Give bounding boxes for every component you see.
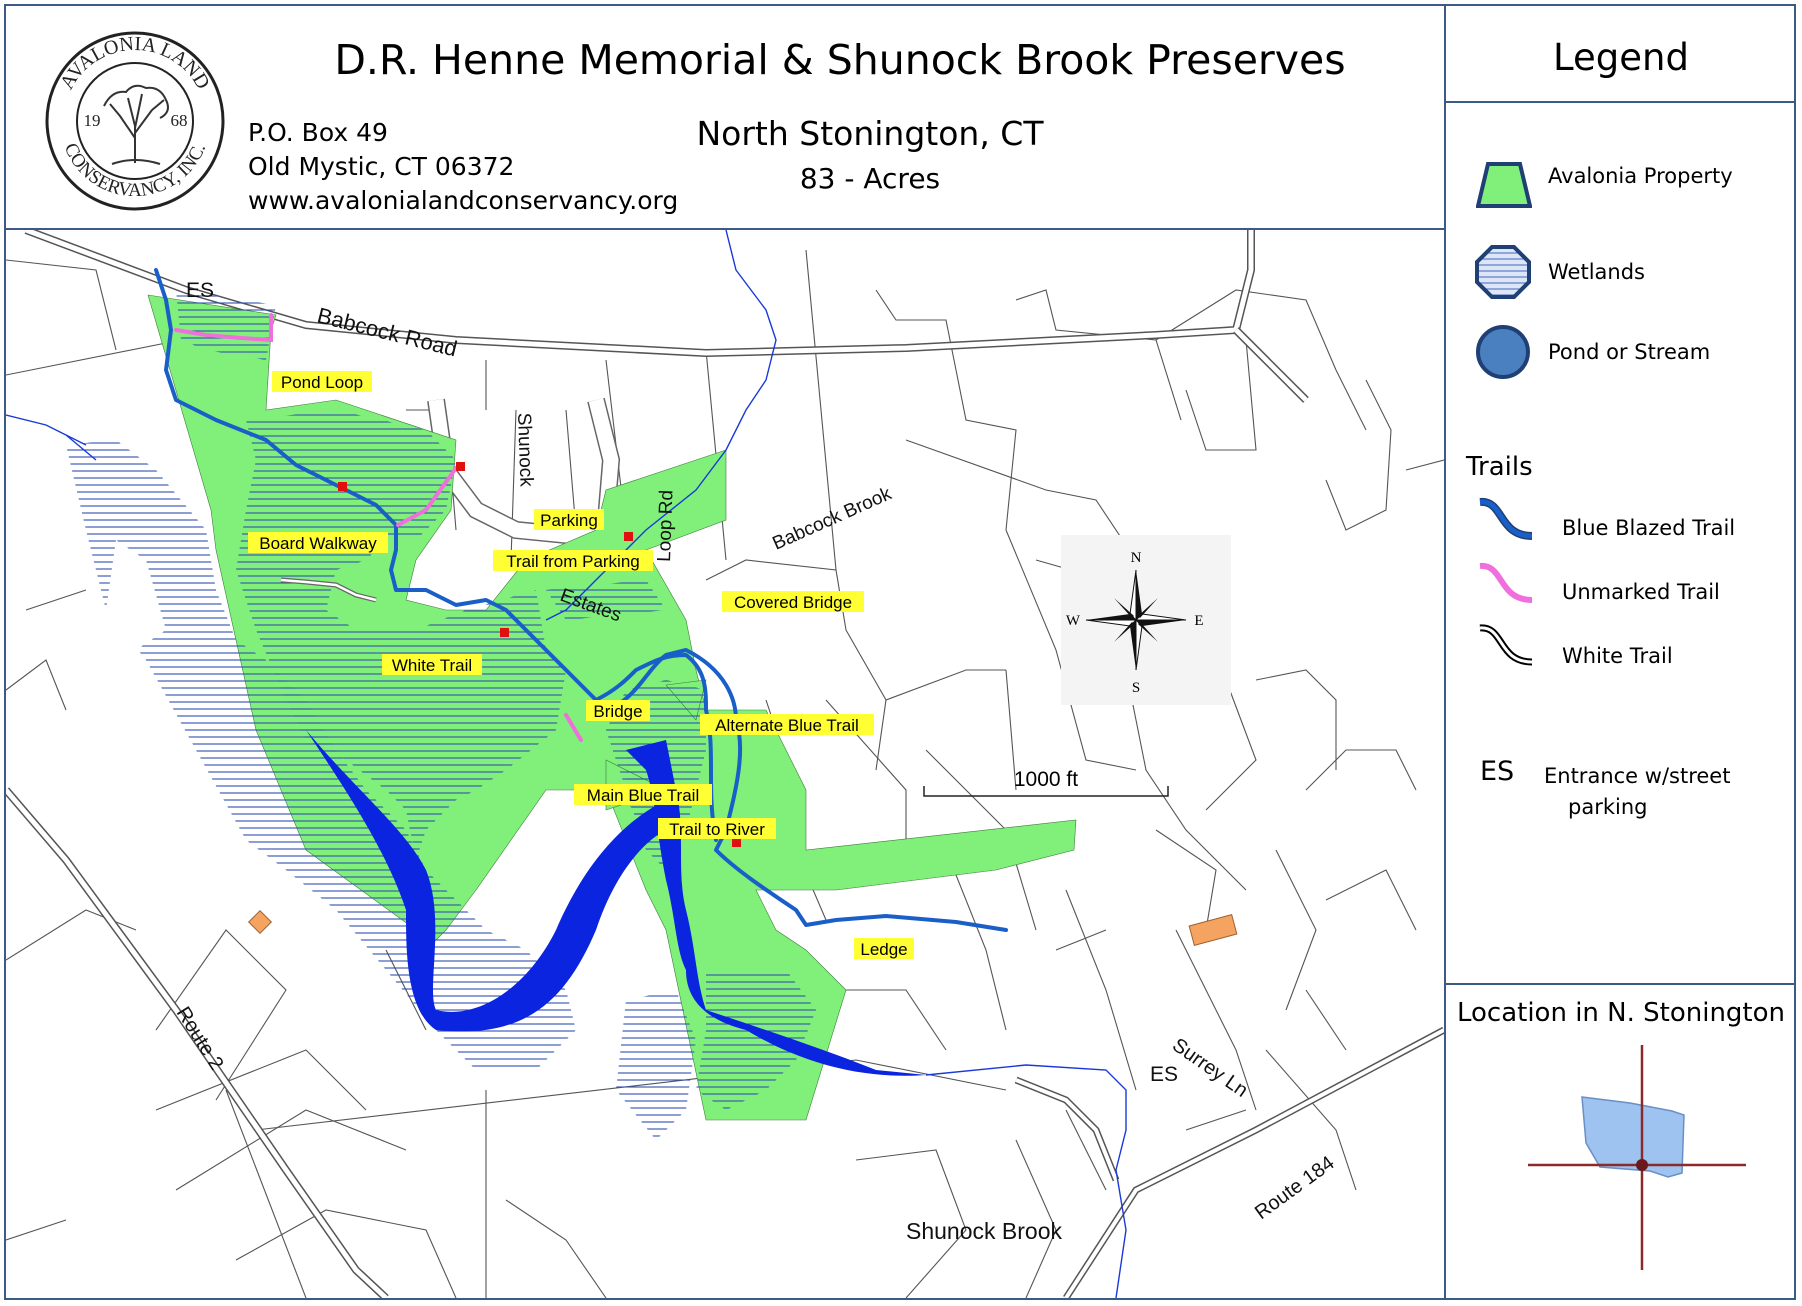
preserve-acres: 83 - Acres — [799, 162, 941, 195]
location-inset-map — [1528, 1045, 1746, 1270]
scale-bar: 1000 ft — [923, 768, 1169, 797]
location-title: Location in N. Stonington — [1456, 998, 1786, 1028]
callout-board-walkway: Board Walkway — [259, 534, 377, 553]
label-shunock: Shunock — [513, 412, 537, 487]
label-babcock-road: Babcock Road — [315, 303, 460, 362]
location-divider — [1446, 983, 1796, 985]
callout-trail-from-parking: Trail from Parking — [506, 552, 640, 571]
address-line-1: P.O. Box 49 — [248, 118, 388, 147]
callout-white-trail: White Trail — [392, 656, 472, 675]
callout-alternate-blue-trail: Alternate Blue Trail — [715, 716, 859, 735]
legend-trail-unmarked: Unmarked Trail — [1562, 580, 1720, 604]
compass-s: S — [1132, 680, 1140, 696]
legend-trail-blue: Blue Blazed Trail — [1562, 516, 1736, 540]
preserve-location: North Stonington, CT — [696, 114, 1044, 153]
white-trail-line-icon — [1479, 624, 1533, 666]
legend-es-label-1: Entrance w/street — [1544, 764, 1731, 788]
callout-bridge: Bridge — [593, 702, 642, 721]
legend-title-divider — [1446, 101, 1796, 103]
label-route-184: Route 184 — [1251, 1152, 1339, 1224]
callout-covered-bridge: Covered Bridge — [734, 593, 852, 612]
callout-trail-to-river: Trail to River — [669, 820, 765, 839]
address-line-2: Old Mystic, CT 06372 — [248, 152, 515, 181]
trails-heading: Trails — [1466, 452, 1533, 482]
website-link[interactable]: www.avalonialandconservancy.org — [248, 186, 678, 215]
avalonia-logo: AVALONIA LAND CONSERVANCY, INC. 19 68 — [45, 31, 225, 211]
compass-rose-icon: N S E W — [1061, 535, 1231, 705]
building — [247, 909, 273, 935]
pond-swatch-icon — [1476, 325, 1530, 379]
legend-item-wetlands: Wetlands — [1548, 260, 1645, 284]
label-loop-rd: Loop Rd — [654, 490, 677, 563]
building — [1188, 914, 1238, 946]
legend-es-symbol: ES — [1480, 756, 1515, 787]
blue-trail-line-icon — [1479, 498, 1533, 540]
label-shunock-brook: Shunock Brook — [906, 1218, 1062, 1244]
compass-e: E — [1194, 613, 1203, 629]
scale-label: 1000 ft — [1014, 768, 1078, 791]
wetlands-swatch-icon — [1475, 245, 1531, 299]
callout-parking: Parking — [540, 511, 598, 530]
compass-w: W — [1066, 613, 1081, 629]
compass-n: N — [1131, 550, 1142, 566]
logo-year-left: 19 — [84, 111, 101, 130]
label-es-east: ES — [1150, 1063, 1178, 1086]
label-es-north: ES — [186, 279, 214, 302]
page-title: D.R. Henne Memorial & Shunock Brook Pres… — [334, 36, 1346, 84]
legend-item-pond: Pond or Stream — [1548, 340, 1711, 364]
label-babcock-brook: Babcock Brook — [769, 483, 895, 554]
preserve-map: N S E W 1000 ft Babcock Road Shunock Est… — [6, 230, 1444, 1298]
logo-tree-icon — [103, 84, 169, 165]
callout-main-blue-trail: Main Blue Trail — [587, 786, 699, 805]
legend-es-label-2: parking — [1568, 795, 1648, 819]
callout-pond-loop: Pond Loop — [281, 373, 363, 392]
label-surrey-ln: Surrey Ln — [1168, 1034, 1252, 1102]
label-route-2: Route 2 — [172, 1003, 228, 1074]
legend-trail-white: White Trail — [1562, 644, 1673, 668]
property-swatch-icon — [1476, 162, 1532, 208]
legend-divider — [1444, 4, 1446, 1300]
legend-item-property: Avalonia Property — [1548, 164, 1733, 188]
legend-title: Legend — [1553, 36, 1689, 79]
logo-year-right: 68 — [171, 111, 188, 130]
pink-trail-line-icon — [1479, 563, 1533, 603]
callout-ledge: Ledge — [860, 940, 907, 959]
